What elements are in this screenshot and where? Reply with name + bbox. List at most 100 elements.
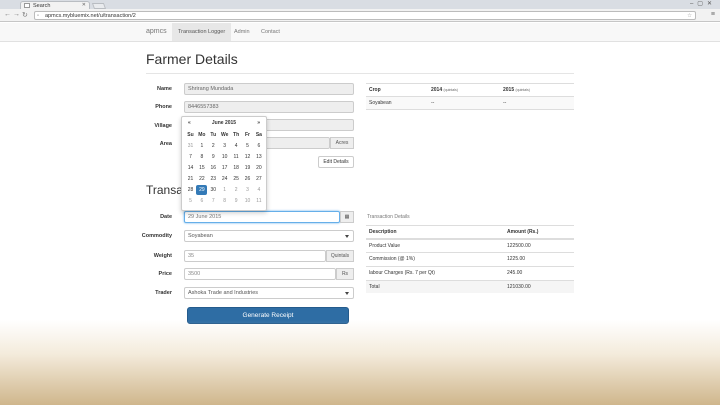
transaction-details-table: Description Amount (Rs.) Product Value 1…	[366, 225, 574, 293]
description-cell: labour Charges (Rs. 7 per Qt)	[369, 270, 435, 276]
calendar-day[interactable]: 6	[253, 141, 264, 151]
calendar-day[interactable]: 21	[185, 174, 196, 184]
calendar-day[interactable]: 25	[231, 174, 242, 184]
calendar-day[interactable]: 30	[208, 185, 219, 195]
calendar-day[interactable]: 5	[242, 141, 253, 151]
phone-field[interactable]: 8446557383	[184, 101, 354, 113]
day-of-week-header: Th	[233, 132, 240, 138]
commodity-value: Soyabean	[188, 233, 213, 239]
calendar-day[interactable]: 16	[208, 163, 219, 173]
calendar-day[interactable]: 4	[253, 185, 264, 195]
calendar-day[interactable]: 1	[219, 185, 230, 195]
next-month-button[interactable]: »	[257, 120, 260, 126]
calendar-day[interactable]: 23	[208, 174, 219, 184]
calendar-day[interactable]: 12	[242, 152, 253, 162]
calendar-day[interactable]: 24	[219, 174, 230, 184]
crop-cell: Soyabean	[369, 100, 392, 106]
generate-receipt-button[interactable]: Generate Receipt	[187, 307, 349, 324]
app-navbar: apmcs Transaction Logger Admin Contact	[0, 23, 720, 42]
amount-cell: 1225.00	[507, 256, 526, 262]
datepicker: « June 2015 » Su Mo Tu We Th Fr Sa 31 1 2 3 4 5 6 7 8 9 1…	[181, 116, 267, 211]
calendar-day[interactable]: 10	[219, 152, 230, 162]
page-title: Farmer Details	[146, 51, 238, 67]
calendar-day[interactable]: 9	[231, 196, 242, 206]
details-header: Description Amount (Rs.)	[366, 225, 574, 238]
name-field[interactable]: Shrirang Mundada	[184, 83, 354, 95]
close-tab-icon[interactable]: ✕	[82, 2, 86, 8]
bookmark-star-icon[interactable]: ☆	[687, 12, 692, 20]
browser-tab[interactable]: Search ✕	[20, 1, 90, 9]
calendar-button[interactable]: ▦	[340, 211, 354, 223]
trader-select[interactable]: Ashoka Trade and Industries	[184, 287, 354, 299]
page-info-icon: ▫	[37, 13, 39, 19]
date-field[interactable]: 29 June 2015	[184, 211, 340, 223]
calendar-day[interactable]: 2	[208, 141, 219, 151]
calendar-day[interactable]: 11	[253, 196, 264, 206]
prev-month-button[interactable]: «	[188, 120, 191, 126]
amount-header: Amount (Rs.)	[507, 229, 539, 235]
edit-details-button[interactable]: Edit Details	[318, 156, 354, 168]
nav-transaction-logger[interactable]: Transaction Logger	[172, 23, 232, 41]
url-field[interactable]: ▫ apmcs.mybluemix.net/u/transaction/2 ☆	[34, 11, 696, 20]
table-row: labour Charges (Rs. 7 per Qt) 245.00	[366, 266, 574, 280]
calendar-day[interactable]: 9	[208, 152, 219, 162]
weight-label: Weight	[153, 253, 172, 259]
datepicker-month[interactable]: June 2015	[212, 120, 236, 126]
calendar-day[interactable]: 10	[242, 196, 253, 206]
calendar-day[interactable]: 2	[231, 185, 242, 195]
price-label: Price	[158, 271, 172, 277]
calendar-day[interactable]: 26	[242, 174, 253, 184]
title-divider	[146, 73, 574, 74]
transaction-details-caption: Transaction Details	[367, 214, 410, 220]
calendar-day[interactable]: 4	[231, 141, 242, 151]
calendar-day[interactable]: 3	[242, 185, 253, 195]
calendar-day[interactable]: 17	[219, 163, 230, 173]
calendar-day[interactable]: 14	[185, 163, 196, 173]
day-of-week-header: We	[220, 132, 229, 138]
calendar-day[interactable]: 11	[231, 152, 242, 162]
calendar-day[interactable]: 1	[196, 141, 207, 151]
calendar-day[interactable]: 7	[208, 196, 219, 206]
address-bar: ← → ↻ ▫ apmcs.mybluemix.net/u/transactio…	[0, 9, 720, 22]
reload-icon[interactable]: ↻	[22, 11, 28, 19]
calendar-day[interactable]: 13	[253, 152, 264, 162]
weight-field[interactable]: 35	[184, 250, 326, 262]
total-amount: 121030.00	[507, 284, 531, 290]
calendar-day[interactable]: 5	[185, 196, 196, 206]
nav-contact[interactable]: Contact	[255, 23, 286, 41]
day-of-week-header: Tu	[210, 132, 217, 138]
browser-menu-icon[interactable]: ≡	[711, 11, 715, 18]
nav-admin[interactable]: Admin	[228, 23, 256, 41]
calendar-day[interactable]: 15	[196, 163, 207, 173]
calendar-day[interactable]: 8	[219, 196, 230, 206]
year-2015-header: 2015 (quintals)	[503, 87, 530, 93]
calendar-day[interactable]: 20	[253, 163, 264, 173]
calendar-day[interactable]: 29	[196, 185, 208, 195]
forward-icon[interactable]: →	[13, 11, 20, 18]
amount-cell: 245.00	[507, 270, 523, 276]
commodity-select[interactable]: Soyabean	[184, 230, 354, 242]
calendar-day[interactable]: 19	[242, 163, 253, 173]
back-icon[interactable]: ←	[4, 11, 11, 18]
calendar-day[interactable]: 6	[196, 196, 207, 206]
calendar-day[interactable]: 8	[196, 152, 207, 162]
crop-table: Crop 2014 (quintals) 2015 (quintals) Soy…	[366, 83, 574, 111]
price-field[interactable]: 3500	[184, 268, 336, 280]
calendar-day[interactable]: 31	[185, 141, 196, 151]
calendar-day[interactable]: 22	[196, 174, 207, 184]
calendar-day[interactable]: 3	[219, 141, 230, 151]
description-header: Description	[369, 229, 397, 235]
calendar-day[interactable]: 27	[253, 174, 264, 184]
calendar-day[interactable]: 7	[185, 152, 196, 162]
calendar-day[interactable]: 18	[231, 163, 242, 173]
url-text: apmcs.mybluemix.net/u/transaction/2	[45, 13, 136, 19]
area-label: Area	[159, 141, 172, 147]
year-2014-header: 2014 (quintals)	[431, 87, 458, 93]
name-label: Name	[157, 86, 172, 92]
crop-table-header: Crop 2014 (quintals) 2015 (quintals)	[366, 83, 574, 96]
brand[interactable]: apmcs	[146, 28, 167, 35]
window-controls[interactable]: –▢✕	[690, 0, 716, 7]
calendar-day[interactable]: 28	[185, 185, 196, 195]
day-of-week-header: Su	[187, 132, 194, 138]
page-icon	[24, 3, 30, 8]
